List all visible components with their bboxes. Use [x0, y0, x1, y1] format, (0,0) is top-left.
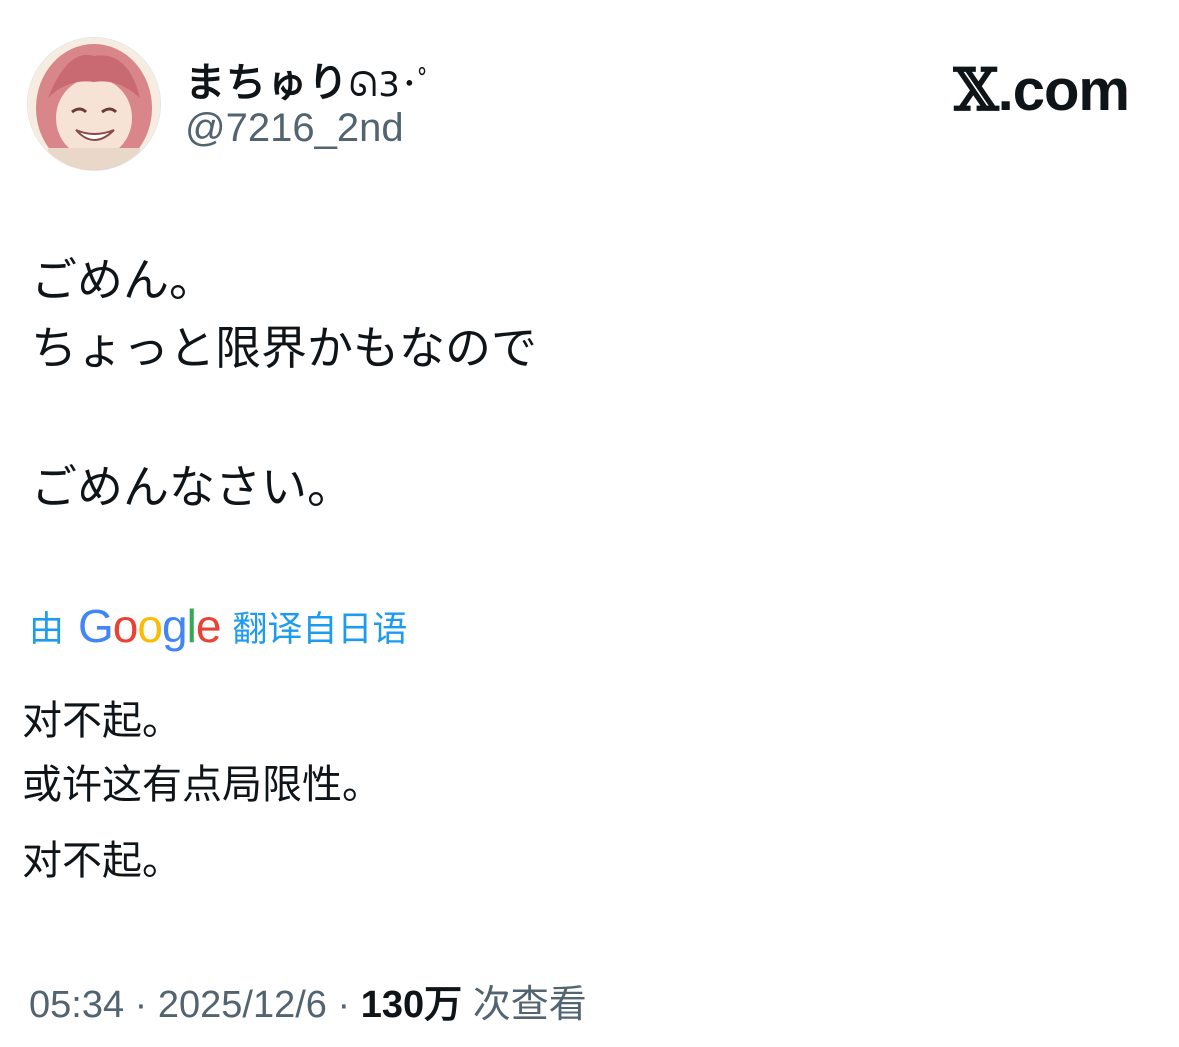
avatar[interactable]: [27, 37, 161, 171]
name-emoji: ᘏ3･ﾟ: [349, 65, 436, 105]
translated-line: 或许这有点局限性。: [22, 762, 382, 808]
separator: ·: [134, 984, 148, 1026]
x-logo-icon: 𝕏: [953, 56, 999, 124]
tweet-meta: 05:34 · 2025/12/6 · 130万 次查看: [29, 973, 587, 1028]
translated-line: 对不起。: [22, 838, 182, 884]
views-count[interactable]: 130万: [361, 984, 462, 1026]
translated-line: 对不起。: [22, 698, 182, 744]
tweet-time[interactable]: 05:34: [29, 984, 124, 1026]
google-letter: o: [137, 600, 163, 652]
tweet-line: ごめん。: [31, 253, 215, 307]
separator: ·: [337, 984, 351, 1026]
translate-prefix: 由: [29, 609, 65, 650]
display-name-text: まちゅり: [185, 60, 349, 106]
user-handle[interactable]: @7216_2nd: [185, 106, 404, 151]
tweet-line: ちょっと限界かもなので: [31, 321, 537, 375]
tweet-date[interactable]: 2025/12/6: [158, 984, 327, 1026]
translated-by-google[interactable]: 由 Google 翻译自日语: [29, 598, 407, 654]
google-letter: o: [112, 600, 139, 652]
display-name[interactable]: まちゅりᘏ3･ﾟ: [185, 50, 436, 108]
google-letter: G: [78, 600, 114, 652]
x-com-logo: 𝕏.com: [953, 56, 1130, 124]
google-letter: e: [195, 600, 222, 652]
views-label: 次查看: [472, 984, 587, 1026]
brand-suffix: .com: [997, 58, 1130, 123]
google-letter: g: [161, 600, 188, 652]
tweet-line: ごめんなさい。: [31, 460, 353, 514]
google-letter: l: [186, 600, 197, 652]
avatar-image: [28, 38, 160, 170]
translate-suffix: 翻译自日语: [232, 609, 408, 650]
google-logo: Google: [78, 599, 222, 653]
